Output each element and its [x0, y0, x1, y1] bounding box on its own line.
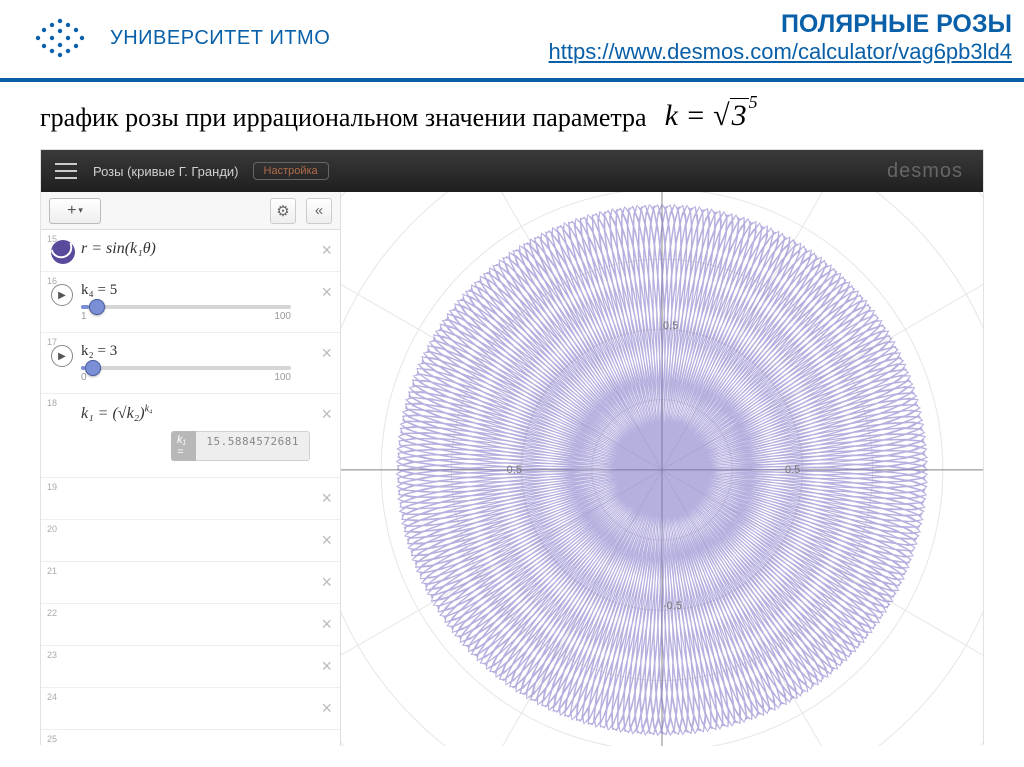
play-icon[interactable]: ▶ [51, 284, 73, 306]
desmos-brand: desmos [887, 160, 963, 183]
close-icon[interactable]: × [321, 404, 332, 425]
row-number: 21 [47, 566, 57, 576]
close-icon[interactable]: × [321, 740, 332, 746]
page-title: ПОЛЯРНЫЕ РОЗЫ [549, 10, 1012, 39]
slider-track[interactable] [81, 305, 291, 309]
empty-expression-row[interactable]: 24 × [41, 688, 340, 730]
axis-tick-label: 0.5 [663, 320, 678, 332]
empty-expression-row[interactable]: 21 × [41, 562, 340, 604]
row-number: 25 [47, 734, 57, 744]
slider-track[interactable] [81, 366, 291, 370]
empty-expression-row[interactable]: 23 × [41, 646, 340, 688]
series-color-icon[interactable] [51, 240, 75, 264]
empty-expression-row[interactable]: 25 × [41, 730, 340, 746]
axis-tick-label: 0.5 [785, 464, 800, 476]
expression-sidebar: +▾ ⚙ « 15 r = sin(k₁θ) × 16 ▶ k₄ = 5 [41, 192, 341, 746]
row-number: 19 [47, 482, 57, 492]
close-icon[interactable]: × [321, 530, 332, 551]
headline-formula: k = √35 [657, 98, 758, 133]
slider-fill [81, 305, 89, 309]
close-icon[interactable]: × [321, 572, 332, 593]
collapse-sidebar-button[interactable]: « [306, 198, 332, 224]
slider-label: k₂ = 3 [81, 343, 310, 360]
empty-expression-row[interactable]: 22 × [41, 604, 340, 646]
row-number: 20 [47, 524, 57, 534]
k1-output: k₁ = 15.5884572681 [171, 431, 310, 461]
slide-header: УНИВЕРСИТЕТ ИТМО ПОЛЯРНЫЕ РОЗЫ https://w… [0, 0, 1024, 82]
headline-text: график розы при иррациональном значении … [40, 103, 647, 133]
hamburger-icon[interactable] [55, 163, 77, 179]
row-number: 23 [47, 650, 57, 660]
header-right: ПОЛЯРНЫЕ РОЗЫ https://www.desmos.com/cal… [549, 10, 1012, 65]
close-icon[interactable]: × [321, 656, 332, 677]
close-icon[interactable]: × [321, 343, 332, 364]
expression-row[interactable]: 15 r = sin(k₁θ) × [41, 230, 340, 272]
graph-title: Розы (кривые Г. Гранди) [93, 164, 239, 179]
caret-down-icon: ▾ [78, 205, 83, 216]
slider-row-k2[interactable]: 17 ▶ k₂ = 3 0100 × [41, 333, 340, 394]
axis-tick-label: -0.5 [503, 464, 522, 476]
sidebar-toolbar: +▾ ⚙ « [41, 192, 340, 230]
close-icon[interactable]: × [321, 282, 332, 303]
row-number: 22 [47, 608, 57, 618]
app-topbar: Розы (кривые Г. Гранди) Настройка desmos [41, 150, 983, 192]
logo-block: УНИВЕРСИТЕТ ИТМО [30, 18, 330, 58]
row-number: 24 [47, 692, 57, 702]
expression-text: k₁ = (√k₂)k₄ [81, 405, 152, 422]
expression-row-k1[interactable]: 18 k₁ = (√k₂)k₄ k₁ = 15.5884572681 × [41, 394, 340, 478]
desmos-app: Розы (кривые Г. Гранди) Настройка desmos… [40, 149, 984, 745]
itmo-logo-icon [30, 18, 90, 58]
empty-expression-row[interactable]: 19 × [41, 478, 340, 520]
headline: график розы при иррациональном значении … [0, 82, 1024, 141]
graph-canvas[interactable]: -0.5 0.5 0.5 -0.5 [341, 192, 983, 746]
close-icon[interactable]: × [321, 488, 332, 509]
app-body: +▾ ⚙ « 15 r = sin(k₁θ) × 16 ▶ k₄ = 5 [41, 192, 983, 746]
close-icon[interactable]: × [321, 698, 332, 719]
logo-text: УНИВЕРСИТЕТ ИТМО [110, 27, 330, 50]
slider-label: k₄ = 5 [81, 282, 310, 299]
gear-icon[interactable]: ⚙ [270, 198, 296, 224]
desmos-link[interactable]: https://www.desmos.com/calculator/vag6pb… [549, 39, 1012, 64]
polar-rose-plot [341, 192, 983, 746]
add-expression-button[interactable]: +▾ [49, 198, 101, 224]
row-number: 18 [47, 398, 57, 408]
close-icon[interactable]: × [321, 240, 332, 261]
settings-pill-button[interactable]: Настройка [253, 162, 329, 180]
close-icon[interactable]: × [321, 614, 332, 635]
slider-row-k4[interactable]: 16 ▶ k₄ = 5 1100 × [41, 272, 340, 333]
expression-text: r = sin(k₁θ) [81, 240, 156, 257]
play-icon[interactable]: ▶ [51, 345, 73, 367]
expression-list: 15 r = sin(k₁θ) × 16 ▶ k₄ = 5 1100 × [41, 230, 340, 746]
empty-expression-row[interactable]: 20 × [41, 520, 340, 562]
axis-tick-label: -0.5 [663, 600, 682, 612]
